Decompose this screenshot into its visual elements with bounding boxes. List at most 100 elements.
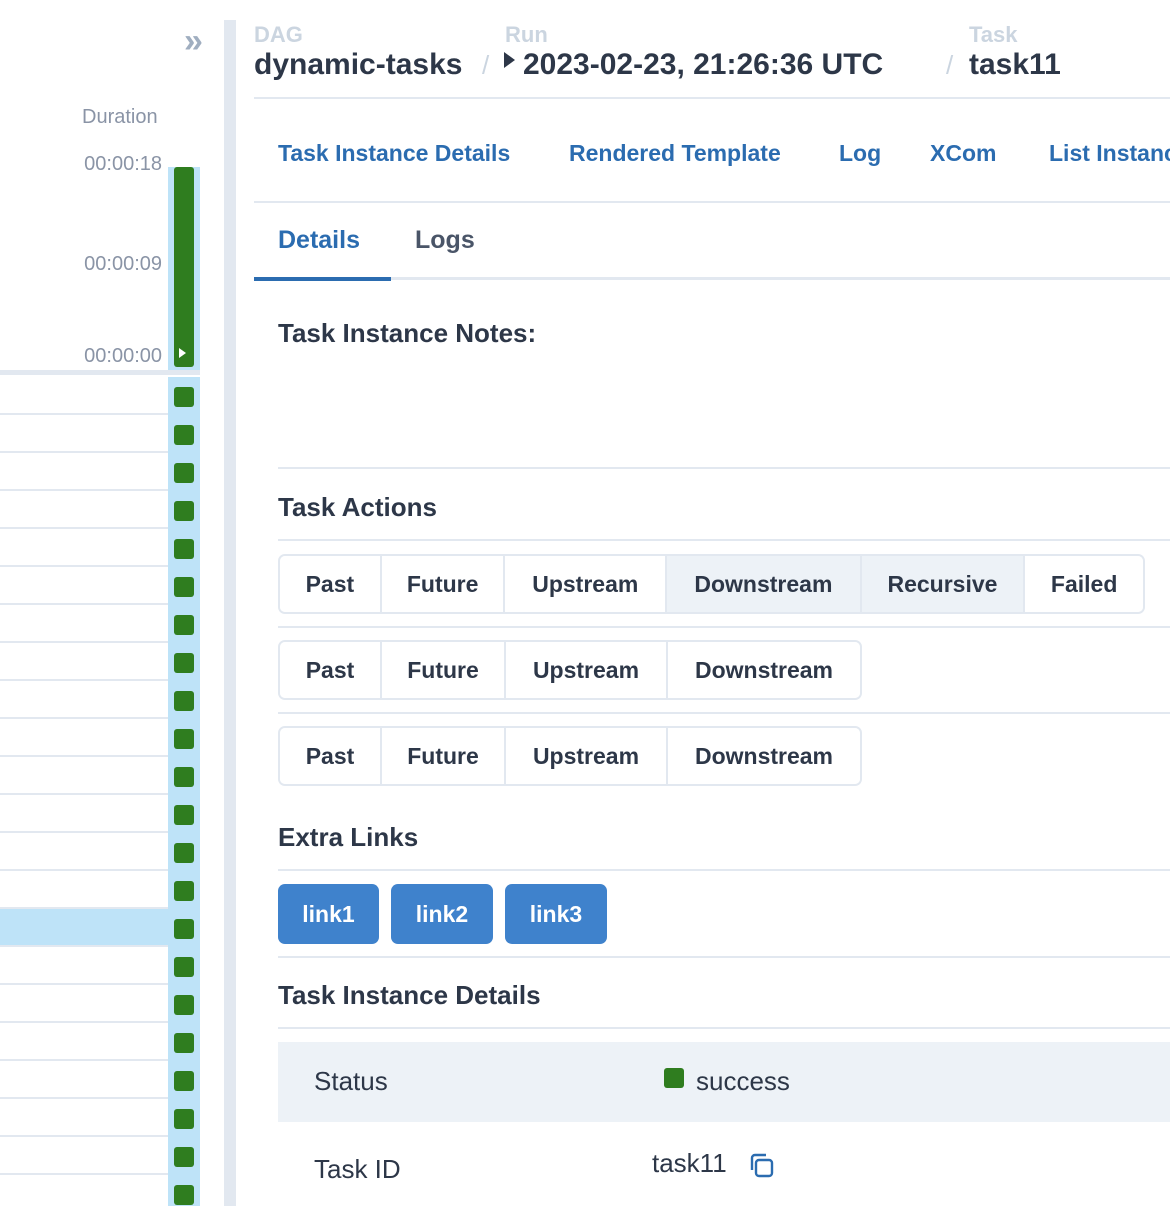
task-status-success-box[interactable] (174, 691, 194, 711)
link1-button[interactable]: link1 (278, 884, 379, 944)
grid-row[interactable] (0, 871, 200, 909)
duration-bar[interactable] (174, 167, 194, 367)
link2-button[interactable]: link2 (391, 884, 493, 944)
action-button-group-3: Past Future Upstream Downstream (278, 726, 862, 786)
grid-row[interactable] (0, 1099, 200, 1137)
grid-row[interactable] (0, 605, 200, 643)
recursive-button[interactable]: Recursive (861, 556, 1026, 612)
task-status-success-box[interactable] (174, 539, 194, 559)
grid-row[interactable] (0, 719, 200, 757)
link-xcom[interactable]: XCom (930, 140, 996, 167)
tab-bar: Details Logs (254, 210, 1170, 282)
task-status-success-box[interactable] (174, 995, 194, 1015)
task-status-success-box[interactable] (174, 1109, 194, 1129)
grid-row[interactable] (0, 643, 200, 681)
task-status-success-box[interactable] (174, 919, 194, 939)
task-status-success-box[interactable] (174, 577, 194, 597)
upstream-button[interactable]: Upstream (506, 642, 668, 698)
copy-icon[interactable] (746, 1150, 778, 1182)
breadcrumb-run-value: 2023-02-23, 21:26:36 UTC (523, 48, 884, 81)
task-status-success-box[interactable] (174, 957, 194, 977)
table-row: Task ID task11 (278, 1122, 1170, 1202)
details-table: Status success Task ID task11 (278, 1042, 1170, 1202)
divider (278, 539, 1170, 541)
grid-row[interactable] (0, 529, 200, 567)
grid-row[interactable] (0, 947, 200, 985)
status-success-icon (664, 1068, 684, 1088)
task-status-success-box[interactable] (174, 463, 194, 483)
task-id-key: Task ID (314, 1154, 401, 1184)
link-task-instance-details[interactable]: Task Instance Details (278, 140, 510, 167)
divider (278, 467, 1170, 469)
tab-logs[interactable]: Logs (415, 226, 475, 255)
upstream-button[interactable]: Upstream (506, 728, 668, 784)
task-status-success-box[interactable] (174, 615, 194, 635)
divider (278, 1027, 1170, 1029)
grid-row[interactable] (0, 985, 200, 1023)
grid-row[interactable] (0, 491, 200, 529)
divider (278, 956, 1170, 958)
grid-row[interactable] (0, 453, 200, 491)
failed-button[interactable]: Failed (1025, 556, 1143, 612)
link-list-instances[interactable]: List Instances (1049, 140, 1170, 167)
future-button[interactable]: Future (382, 728, 506, 784)
tab-details[interactable]: Details (278, 226, 360, 255)
past-button[interactable]: Past (280, 556, 382, 612)
extra-links-title: Extra Links (278, 822, 419, 852)
breadcrumb-separator: / (946, 50, 954, 80)
grid-row[interactable] (0, 567, 200, 605)
duration-tick-min: 00:00:00 (84, 345, 162, 367)
action-button-group-1: Past Future Upstream Downstream Recursiv… (278, 554, 1145, 614)
grid-row[interactable] (0, 1175, 200, 1206)
task-status-success-box[interactable] (174, 425, 194, 445)
upstream-button[interactable]: Upstream (505, 556, 668, 612)
link3-button[interactable]: link3 (505, 884, 607, 944)
task-status-success-box[interactable] (174, 1071, 194, 1091)
grid-row[interactable] (0, 833, 200, 871)
link-rendered-template[interactable]: Rendered Template (569, 140, 781, 167)
grid-row[interactable] (0, 909, 200, 947)
task-status-success-box[interactable] (174, 1185, 194, 1205)
past-button[interactable]: Past (280, 642, 382, 698)
task-status-success-box[interactable] (174, 881, 194, 901)
grid-row[interactable] (0, 415, 200, 453)
task-status-success-box[interactable] (174, 767, 194, 787)
notes-title: Task Instance Notes: (278, 318, 537, 348)
grid-row[interactable] (0, 1023, 200, 1061)
grid-row[interactable] (0, 757, 200, 795)
downstream-button[interactable]: Downstream (668, 642, 860, 698)
task-status-success-box[interactable] (174, 843, 194, 863)
active-tab-indicator (254, 277, 391, 281)
task-status-success-box[interactable] (174, 1033, 194, 1053)
downstream-button[interactable]: Downstream (667, 556, 862, 612)
grid-row[interactable] (0, 377, 200, 415)
task-status-success-box[interactable] (174, 1147, 194, 1167)
future-button[interactable]: Future (382, 642, 506, 698)
future-button[interactable]: Future (381, 556, 506, 612)
task-status-success-box[interactable] (174, 501, 194, 521)
breadcrumb-dag-label: DAG (254, 22, 303, 47)
collapse-grid-button[interactable]: » (184, 24, 218, 60)
breadcrumb-run[interactable]: Run 2023-02-23, 21:26:36 UTC (504, 22, 883, 82)
past-button[interactable]: Past (280, 728, 382, 784)
grid-row[interactable] (0, 1061, 200, 1099)
downstream-button[interactable]: Downstream (668, 728, 860, 784)
breadcrumb-task[interactable]: Task task11 (969, 22, 1061, 82)
status-key: Status (314, 1066, 388, 1096)
grid-panel: » Duration 00:00:18 00:00:09 00:00:00 (0, 0, 224, 1206)
panel-resize-handle[interactable] (224, 20, 236, 1206)
play-icon (504, 52, 515, 68)
play-icon (179, 348, 186, 358)
breadcrumb-dag[interactable]: DAG dynamic-tasks (254, 22, 462, 82)
grid-row[interactable] (0, 1137, 200, 1175)
duration-header: Duration (82, 106, 158, 128)
grid-row[interactable] (0, 795, 200, 833)
duration-tick-max: 00:00:18 (84, 153, 162, 175)
task-status-success-box[interactable] (174, 387, 194, 407)
grid-row[interactable] (0, 681, 200, 719)
divider (278, 869, 1170, 871)
task-status-success-box[interactable] (174, 805, 194, 825)
task-status-success-box[interactable] (174, 653, 194, 673)
link-log[interactable]: Log (839, 140, 881, 167)
task-status-success-box[interactable] (174, 729, 194, 749)
